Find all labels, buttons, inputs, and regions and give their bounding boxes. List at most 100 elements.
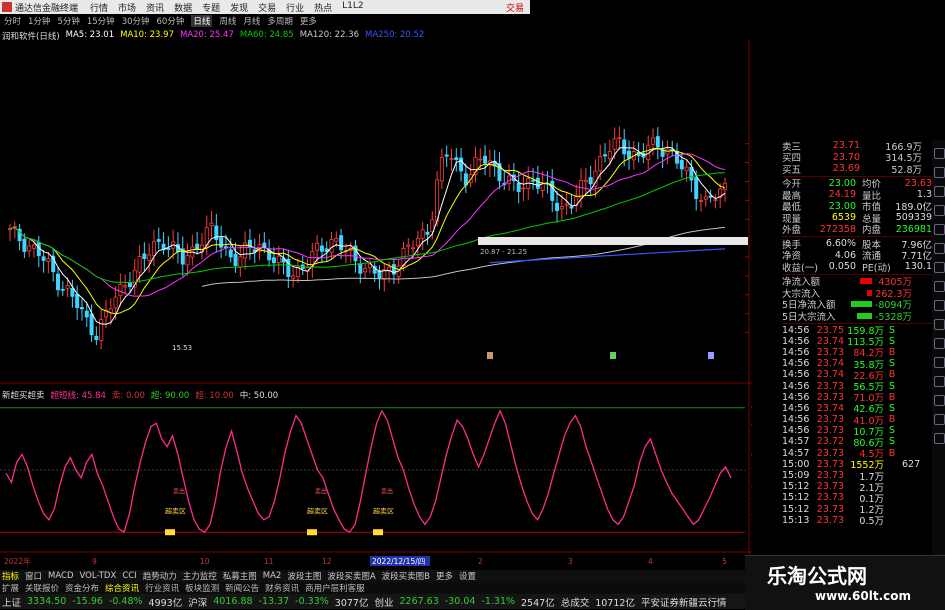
quote-value: 0.050 <box>828 261 856 273</box>
side-tool-icon[interactable] <box>934 281 945 292</box>
trade-time: 14:57 <box>782 436 810 448</box>
side-tool-icon[interactable] <box>934 433 945 444</box>
menu-item[interactable]: 行情 <box>90 1 108 14</box>
event-marker-icon[interactable] <box>708 352 714 359</box>
side-tool-icon[interactable] <box>934 395 945 406</box>
menu-item[interactable]: L1L2 <box>342 1 363 14</box>
trade-time: 14:56 <box>782 369 810 381</box>
indicator-tab[interactable]: CCI <box>122 571 136 581</box>
date-tick-label: 11 <box>264 557 274 566</box>
period-2[interactable]: 5分钟 <box>57 15 79 27</box>
side-tool-icon[interactable] <box>934 205 945 216</box>
menu-item[interactable]: 交易 <box>258 1 276 14</box>
period-4[interactable]: 30分钟 <box>122 15 150 27</box>
menu-item[interactable]: 市场 <box>118 1 136 14</box>
extension-tab[interactable]: 财务资讯 <box>265 582 299 594</box>
event-marker-icon[interactable] <box>610 352 616 359</box>
period-5[interactable]: 60分钟 <box>157 15 185 27</box>
indicator-tab[interactable]: VOL-TDX <box>80 571 117 581</box>
order-label: 买五 <box>782 164 802 176</box>
extension-tab[interactable]: 新闻公告 <box>225 582 259 594</box>
quote-panel: 卖三 23.71 166.9万 买四 23.70 314.5万 买五 23.69 52.8万 今… <box>752 140 945 580</box>
extension-tab[interactable]: 商用户层利客服 <box>305 582 365 594</box>
indicator-name[interactable]: 新超买超卖 <box>2 389 45 401</box>
extension-tab[interactable]: 资金分布 <box>65 582 99 594</box>
indicator-tab[interactable]: MA2 <box>263 571 282 581</box>
indicator-tab[interactable]: 指标 <box>2 570 19 582</box>
index-name[interactable]: 上证 <box>2 595 21 609</box>
trade-flag: B <box>888 447 896 459</box>
trade-flag: B <box>888 346 896 358</box>
period-7[interactable]: 周线 <box>219 15 236 27</box>
extension-tab[interactable]: 行业资讯 <box>145 582 179 594</box>
indicator-tab[interactable]: MACD <box>48 571 73 581</box>
menu-item[interactable]: 热点 <box>314 1 332 14</box>
period-0[interactable]: 分时 <box>4 15 21 27</box>
quote-value: 272358 <box>819 223 856 235</box>
candle-body <box>579 180 584 199</box>
period-1[interactable]: 1分钟 <box>28 15 50 27</box>
indicator-value-2: 卖: 0.00 <box>111 391 145 401</box>
period-6[interactable]: 日线 <box>191 15 213 27</box>
indicator-tab[interactable]: 窗口 <box>25 570 42 582</box>
trade-button[interactable]: 交易 <box>506 1 524 14</box>
index-name[interactable]: 创业 <box>374 595 393 609</box>
extension-tab[interactable]: 综合资讯 <box>105 582 139 594</box>
indicator-tab[interactable]: 波段买卖图A <box>327 570 375 582</box>
low-price-label: 15.53 <box>172 344 192 352</box>
candle-body <box>703 196 708 200</box>
side-tool-icon[interactable] <box>934 300 945 311</box>
quote-value: 23.00 <box>828 177 856 189</box>
indicator-tab[interactable]: 主力监控 <box>183 570 217 582</box>
ma250-value: MA250: 20.52 <box>365 30 425 40</box>
candle-body <box>209 222 214 227</box>
side-toolbar[interactable] <box>932 140 945 570</box>
signal-label: 卖出 <box>173 487 185 495</box>
candle-body <box>651 137 656 145</box>
side-tool-icon[interactable] <box>934 224 945 235</box>
side-tool-icon[interactable] <box>934 338 945 349</box>
indicator-tab[interactable]: 设置 <box>459 570 476 582</box>
side-tool-icon[interactable] <box>934 148 945 159</box>
extension-tab[interactable]: 扩展 <box>2 582 19 594</box>
index-name[interactable]: 沪深 <box>188 595 207 609</box>
period-8[interactable]: 月线 <box>243 15 260 27</box>
period-9[interactable]: 多周期 <box>267 15 293 27</box>
candle-body <box>559 206 564 210</box>
trade-list[interactable]: 14:56 23.75 159.8万 S 14:56 23.74 113.5万 S 14:56 2… <box>752 324 945 528</box>
indicator-tab[interactable]: 更多 <box>436 570 453 582</box>
side-tool-icon[interactable] <box>934 414 945 425</box>
candle-body <box>444 154 449 157</box>
side-tool-icon[interactable] <box>934 243 945 254</box>
side-tool-icon[interactable] <box>934 376 945 387</box>
period-3[interactable]: 15分钟 <box>87 15 115 27</box>
menu-item[interactable]: 发现 <box>230 1 248 14</box>
candle-body <box>99 319 104 341</box>
indicator-tab[interactable]: 波段买卖图B <box>382 570 430 582</box>
menu-item[interactable]: 数据 <box>174 1 192 14</box>
side-tool-icon[interactable] <box>934 167 945 178</box>
indicator-tab[interactable]: 波段主图 <box>287 570 321 582</box>
trade-flag: S <box>888 380 896 392</box>
indicator-tab[interactable]: 私募主图 <box>223 570 257 582</box>
menu-item[interactable]: 行业 <box>286 1 304 14</box>
side-tool-icon[interactable] <box>934 319 945 330</box>
news-scroll[interactable]: 平安证券新疆云行情 <box>641 595 727 609</box>
menu-item[interactable]: 专题 <box>202 1 220 14</box>
extension-tab[interactable]: 关联报价 <box>25 582 59 594</box>
range-label: 20.87 - 21.25 <box>480 248 527 256</box>
index-value: 4016.88 <box>213 596 253 607</box>
trade-time: 14:56 <box>782 346 810 358</box>
trade-time: 14:56 <box>782 324 810 336</box>
side-tool-icon[interactable] <box>934 262 945 273</box>
side-tool-icon[interactable] <box>934 357 945 368</box>
extension-tab[interactable]: 板块监测 <box>185 582 219 594</box>
event-marker-icon[interactable] <box>487 352 493 359</box>
quote-row: 收益(一) 0.050 PE(动) 130.1 <box>752 261 945 274</box>
side-tool-icon[interactable] <box>934 186 945 197</box>
period-10[interactable]: 更多 <box>300 15 317 27</box>
indicator-tab[interactable]: 趋势动力 <box>143 570 177 582</box>
trade-time: 14:56 <box>782 358 810 370</box>
total-amount: 10712亿 <box>595 597 635 609</box>
menu-item[interactable]: 资讯 <box>146 1 164 14</box>
